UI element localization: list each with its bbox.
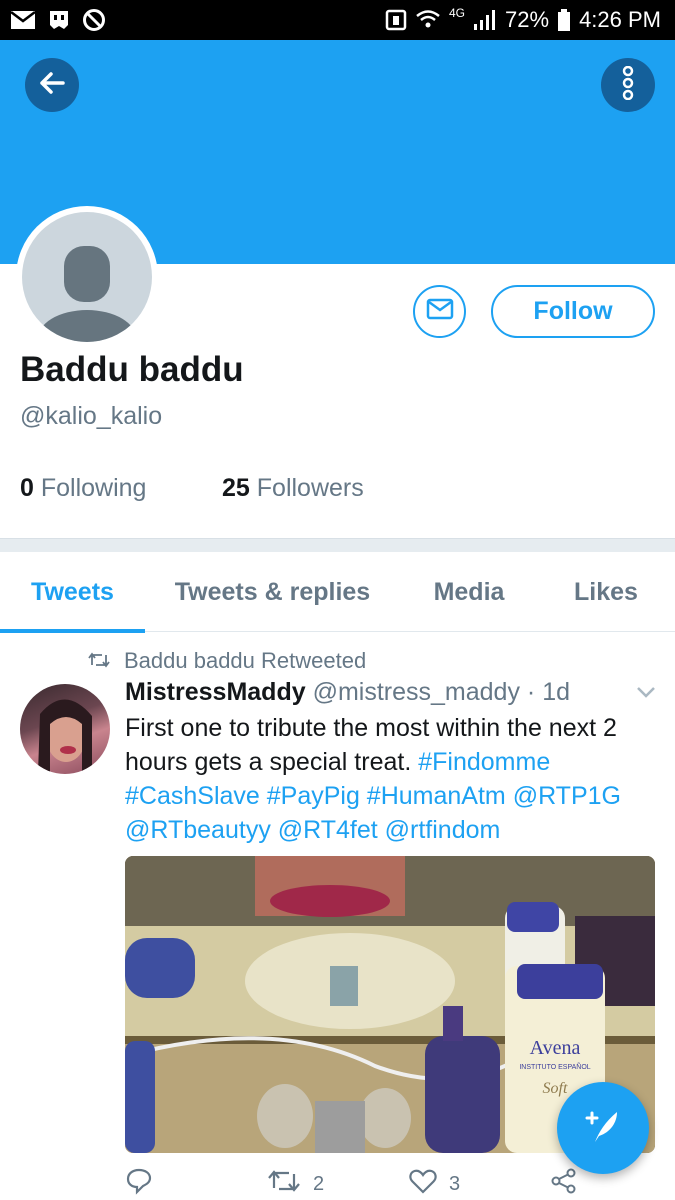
profile-tabs: Tweets Tweets & replies Media Likes xyxy=(0,552,675,633)
tweet-menu-caret[interactable] xyxy=(634,684,658,705)
status-left xyxy=(10,6,106,34)
followers-count: 25 xyxy=(222,474,250,502)
retweet-note: Baddu baddu Retweeted xyxy=(124,648,367,673)
profile-name: Baddu baddu xyxy=(20,350,244,389)
retweet-small-icon xyxy=(88,648,110,674)
tweet-time: 1d xyxy=(542,678,570,706)
battery-icon xyxy=(557,9,571,31)
tab-media[interactable]: Media xyxy=(410,552,528,632)
vertical-dots-icon xyxy=(621,65,635,105)
compose-tweet-button[interactable] xyxy=(557,1082,649,1174)
battery-percent: 72% xyxy=(505,7,550,32)
back-button[interactable] xyxy=(25,58,79,112)
share-button[interactable] xyxy=(550,1168,578,1200)
tweet-author-name[interactable]: MistressMaddy xyxy=(125,678,306,706)
chevron-down-icon xyxy=(634,687,658,704)
message-button[interactable] xyxy=(413,285,466,338)
blocked-icon xyxy=(82,8,106,32)
followers-stat[interactable]: 25 Followers xyxy=(222,474,364,503)
compose-feather-icon xyxy=(581,1104,625,1153)
retweet-icon xyxy=(267,1168,301,1200)
tab-tweets[interactable]: Tweets xyxy=(0,552,145,633)
signal-icon xyxy=(473,9,497,31)
following-count: 0 xyxy=(20,474,34,502)
media-product-script: Soft xyxy=(543,1080,568,1097)
network-type: 4G xyxy=(449,6,466,20)
tweet-header: MistressMaddy @mistress_maddy · 1d xyxy=(125,678,635,707)
status-right: 4G 72% 4:26 PM xyxy=(385,6,661,34)
tab-likes[interactable]: Likes xyxy=(550,552,662,632)
mail-icon xyxy=(10,10,36,30)
reply-button[interactable] xyxy=(125,1168,165,1200)
followers-label: Followers xyxy=(256,474,364,502)
media-product-brand: Avena xyxy=(530,1037,581,1059)
tweet-actions: 2 3 xyxy=(125,1168,665,1200)
share-icon xyxy=(550,1167,578,1200)
clock: 4:26 PM xyxy=(579,7,661,32)
tab-tweets-replies[interactable]: Tweets & replies xyxy=(160,552,385,632)
profile-avatar[interactable] xyxy=(16,206,158,348)
media-product-subbrand: INSTITUTO ESPAÑOL xyxy=(519,1062,590,1071)
like-count: 3 xyxy=(449,1172,461,1195)
following-stat[interactable]: 0 Following xyxy=(20,474,146,503)
following-label: Following xyxy=(40,474,147,502)
more-options-button[interactable] xyxy=(601,58,655,112)
retweet-context: Baddu baddu Retweeted xyxy=(88,646,366,676)
reply-icon xyxy=(125,1167,153,1200)
envelope-icon xyxy=(426,298,454,325)
tweet-body: First one to tribute the most within the… xyxy=(125,711,655,847)
status-bar: 4G 72% 4:26 PM xyxy=(0,0,675,40)
section-divider xyxy=(0,538,675,552)
profile-handle: @kalio_kalio xyxy=(20,402,163,430)
like-button[interactable]: 3 xyxy=(409,1168,460,1200)
nfc-icon xyxy=(385,9,407,31)
tweet-author-avatar[interactable] xyxy=(20,684,110,774)
wifi-icon xyxy=(415,9,441,31)
default-avatar-icon xyxy=(22,212,152,342)
ghost-icon xyxy=(46,7,72,33)
heart-icon xyxy=(409,1168,437,1200)
tweet-meta-separator: · xyxy=(526,678,536,706)
follow-button[interactable]: Follow xyxy=(491,285,655,338)
arrow-left-icon xyxy=(37,68,67,103)
retweet-button[interactable]: 2 xyxy=(267,1168,324,1200)
retweet-count: 2 xyxy=(313,1172,325,1195)
tweet-author-handle[interactable]: @mistress_maddy xyxy=(313,678,520,706)
